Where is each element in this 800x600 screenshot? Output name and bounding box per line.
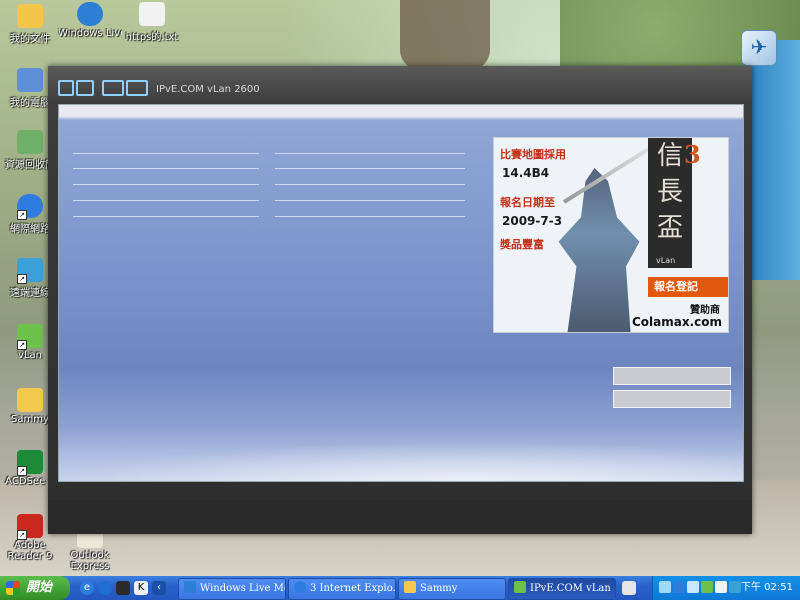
username-input[interactable]	[613, 367, 731, 385]
start-button[interactable]: 開始	[0, 576, 70, 600]
network-icon[interactable]	[659, 581, 671, 593]
app-title: IPvE.COM vLan 2600	[156, 84, 260, 95]
desktop-icon-label: 遠端連線	[10, 288, 50, 299]
messenger-icon	[184, 581, 196, 593]
adobe-reader-icon: ↗	[17, 514, 43, 540]
register-button[interactable]: 報名登記	[648, 277, 728, 297]
folder-icon	[404, 581, 416, 593]
desktop-wallpaper-tree	[400, 0, 490, 70]
samurai-illustration	[558, 168, 640, 332]
my-computer-icon	[17, 68, 43, 92]
desktop-wallpaper-wall	[752, 40, 800, 280]
desktop-icon-label: Outlook Express	[70, 550, 110, 572]
ad-line-map: 比賽地圖採用	[500, 148, 566, 161]
password-input[interactable]	[613, 390, 731, 408]
windows-flag-icon	[6, 581, 20, 595]
taskbar-button-messenger[interactable]: Windows Live Me...	[178, 578, 286, 600]
volume-icon[interactable]	[687, 581, 699, 593]
desktop-icon-label: vLan	[18, 350, 42, 361]
taskbar: 開始 e K ‹ Windows Live Me... 3 Internet E…	[0, 576, 800, 600]
ipve-logo	[58, 78, 148, 96]
desktop-icon-my-documents[interactable]: 我的文件	[0, 4, 62, 45]
switch-icon[interactable]: ‹	[152, 581, 166, 595]
desktop-icon-messenger[interactable]: Windows Live Messenger	[58, 2, 122, 39]
desktop-icon-label: 網際網路	[10, 224, 50, 235]
list-row-divider	[73, 200, 259, 201]
ad-line-deadline-label: 報名日期至	[500, 196, 555, 209]
list-row-divider	[275, 168, 465, 169]
desktop-icon-label: Adobe Reader 9	[7, 540, 53, 562]
internet-explorer-icon	[294, 581, 306, 593]
keyboard-icon[interactable]	[622, 581, 636, 595]
remote-connection-icon: ↗	[17, 258, 43, 284]
desktop-icon-label: 我的文件	[10, 34, 50, 45]
app-footer	[48, 500, 752, 534]
browser-icon[interactable]	[98, 581, 112, 595]
vlan-icon: ↗	[17, 324, 43, 350]
list-row-divider	[73, 168, 259, 169]
ipve-icon	[514, 581, 526, 593]
ipve-vlan-window: IPvE.COM vLan 2600 比賽地圖採用 14.4B4 報名日期至 2…	[48, 66, 752, 534]
taskbar-button-ipve[interactable]: IPvE.COM vLan ...	[508, 578, 616, 600]
taskbar-button-label: Sammy	[420, 583, 458, 594]
update-icon[interactable]	[729, 581, 741, 593]
title-char: 盃	[656, 213, 683, 243]
desktop-icon-label: Windows Live Messenger	[58, 28, 122, 39]
media-icon[interactable]	[116, 581, 130, 595]
list-row-divider	[275, 216, 465, 217]
taskbar-button-internet-explorer[interactable]: 3 Internet Explo...	[288, 578, 396, 600]
security-icon[interactable]	[715, 581, 727, 593]
list-row-divider	[73, 184, 259, 185]
internet-explorer-icon: ↗	[17, 194, 43, 220]
desktop-icon-text-file[interactable]: https的.txt	[120, 2, 184, 43]
my-documents-icon	[17, 4, 43, 28]
app-icon[interactable]: K	[134, 581, 148, 595]
content-panel: 比賽地圖採用 14.4B4 報名日期至 2009-7-3 獎品豐富 信 長 盃 …	[58, 104, 744, 482]
sponsor-label: 贊助商	[690, 305, 720, 316]
ad-line-version: 14.4B4	[502, 166, 550, 180]
folder-icon	[17, 388, 43, 412]
vlan-tag: vLan	[656, 256, 676, 265]
acdsee-icon: ↗	[17, 450, 43, 476]
taskbar-button-label: 3 Internet Explo...	[310, 583, 396, 594]
taskbar-button-sammy[interactable]: Sammy	[398, 578, 506, 600]
ad-line-deadline: 2009-7-3	[502, 214, 563, 228]
messenger-icon	[77, 2, 103, 26]
desktop-icon-label: https的.txt	[125, 32, 179, 43]
text-file-icon	[139, 2, 165, 26]
browser-tray-icon[interactable]	[673, 581, 685, 593]
app-header: IPvE.COM vLan 2600	[48, 66, 752, 102]
messenger-tray-icon[interactable]	[701, 581, 713, 593]
sponsor-url[interactable]: Colamax.com	[632, 315, 722, 329]
list-row-divider	[73, 153, 259, 154]
start-label: 開始	[26, 580, 53, 595]
system-tray: 下午 02:51	[652, 576, 800, 600]
list-row-divider	[275, 200, 465, 201]
ad-line-prizes: 獎品豐富	[500, 238, 544, 251]
taskbar-button-label: Windows Live Me...	[200, 583, 285, 594]
recycle-bin-icon	[17, 130, 43, 154]
tournament-number: 3	[684, 140, 701, 169]
list-row-divider	[275, 153, 465, 154]
desktop-icon-label: 我的電腦	[10, 98, 50, 109]
title-char: 長	[656, 177, 683, 207]
ad-banner[interactable]: 比賽地圖採用 14.4B4 報名日期至 2009-7-3 獎品豐富 信 長 盃 …	[493, 137, 729, 333]
internet-explorer-icon[interactable]: e	[80, 581, 94, 595]
taskbar-button-label: IPvE.COM vLan ...	[530, 583, 616, 594]
clock[interactable]: 下午 02:51	[741, 576, 793, 600]
list-row-divider	[73, 216, 259, 217]
desktop-icon-label: Sammy	[11, 414, 49, 425]
list-row-divider	[275, 184, 465, 185]
floating-app-icon[interactable]: ✈	[741, 30, 777, 66]
